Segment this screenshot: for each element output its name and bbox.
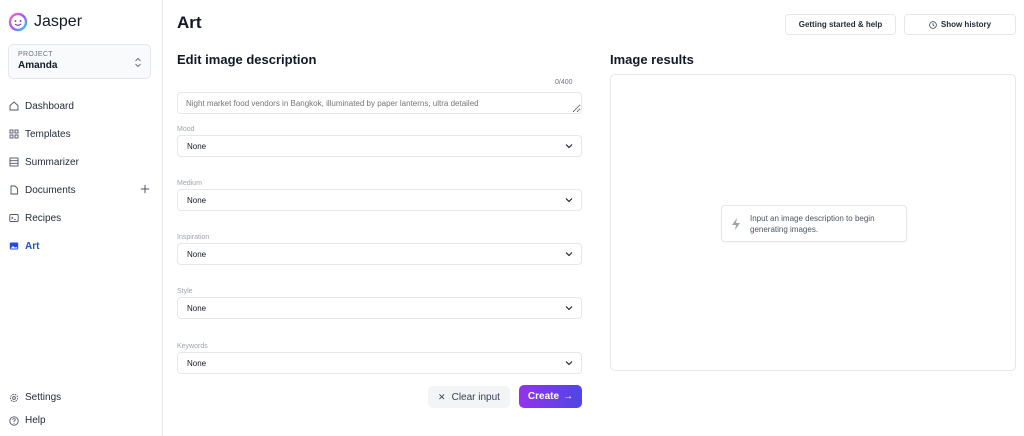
mood-label: Mood (177, 126, 195, 133)
chevron-up-down-icon (135, 57, 141, 68)
grid-icon (9, 129, 19, 139)
chevron-down-icon (565, 144, 573, 149)
chevron-down-icon (565, 306, 573, 311)
empty-state-hint: Input an image description to begin gene… (721, 205, 907, 242)
sidebar-item-help[interactable]: Help (8, 409, 154, 432)
clock-icon (929, 20, 937, 29)
character-counter: 0/400 (555, 79, 573, 86)
project-selector[interactable]: PROJECT Amanda (8, 44, 151, 79)
getting-started-help-label: Getting started & help (798, 20, 883, 29)
sidebar-nav: Dashboard Templates Summarizer Documents… (8, 92, 154, 260)
medium-label: Medium (177, 180, 202, 187)
jasper-logo-icon (8, 12, 28, 32)
help-icon (9, 415, 19, 426)
keywords-select[interactable]: None (177, 352, 582, 374)
mood-select[interactable]: None (177, 135, 582, 157)
sidebar-bottom-nav: Settings Help (8, 386, 154, 432)
sidebar-item-label: Summarizer (25, 156, 79, 168)
sidebar-item-documents[interactable]: Documents (8, 176, 154, 204)
app-logo[interactable]: Jasper (8, 12, 82, 32)
sidebar-item-label: Recipes (25, 212, 62, 224)
sidebar-item-label: Help (25, 415, 46, 426)
style-label: Style (177, 288, 193, 295)
project-caption: PROJECT (18, 51, 53, 58)
medium-value: None (187, 195, 207, 205)
arrow-right-icon: → (563, 391, 574, 402)
list-icon (9, 157, 19, 167)
style-select[interactable]: None (177, 297, 582, 319)
gear-icon (9, 393, 19, 402)
create-button[interactable]: Create → (519, 385, 582, 408)
clear-input-button[interactable]: ✕ Clear input (428, 386, 510, 408)
sidebar-item-settings[interactable]: Settings (8, 386, 154, 409)
edit-description-title: Edit image description (177, 52, 317, 67)
document-icon (10, 185, 18, 195)
sidebar: Jasper PROJECT Amanda Dashboard Template… (0, 0, 163, 436)
getting-started-help-button[interactable]: Getting started & help (785, 14, 896, 35)
clear-input-label: Clear input (451, 391, 500, 403)
sidebar-item-recipes[interactable]: Recipes (8, 204, 154, 232)
sidebar-item-summarizer[interactable]: Summarizer (8, 148, 154, 176)
mood-value: None (187, 141, 207, 151)
sidebar-item-art[interactable]: Art (8, 232, 154, 260)
terminal-icon (9, 214, 19, 222)
inspiration-value: None (187, 249, 207, 259)
inspiration-select[interactable]: None (177, 243, 582, 265)
lightning-icon (732, 217, 740, 230)
chevron-down-icon (565, 198, 573, 203)
empty-state-text: Input an image description to begin gene… (750, 213, 875, 234)
sidebar-item-dashboard[interactable]: Dashboard (8, 92, 154, 120)
medium-select[interactable]: None (177, 189, 582, 211)
sidebar-item-label: Art (25, 240, 40, 252)
sidebar-item-label: Templates (25, 128, 71, 140)
create-label: Create (527, 391, 560, 402)
image-description-input[interactable] (177, 92, 582, 114)
image-results-title: Image results (610, 52, 694, 67)
home-icon (9, 101, 19, 111)
sidebar-item-label: Documents (25, 184, 76, 196)
app-name: Jasper (34, 13, 83, 30)
chevron-down-icon (565, 361, 573, 366)
image-icon (9, 242, 19, 250)
sidebar-item-label: Settings (25, 392, 62, 403)
page-title: Art (177, 13, 202, 32)
show-history-button[interactable]: Show history (904, 14, 1016, 35)
style-value: None (187, 303, 207, 313)
project-name: Amanda (18, 60, 58, 71)
add-document-icon[interactable] (140, 184, 150, 194)
show-history-label: Show history (940, 20, 992, 29)
chevron-down-icon (565, 252, 573, 257)
keywords-value: None (187, 358, 207, 368)
image-results-panel: Input an image description to begin gene… (610, 74, 1016, 371)
sidebar-item-label: Dashboard (25, 100, 74, 112)
keywords-label: Keywords (177, 343, 208, 350)
close-icon: ✕ (438, 391, 446, 402)
sidebar-item-templates[interactable]: Templates (8, 120, 154, 148)
inspiration-label: Inspiration (177, 234, 210, 241)
